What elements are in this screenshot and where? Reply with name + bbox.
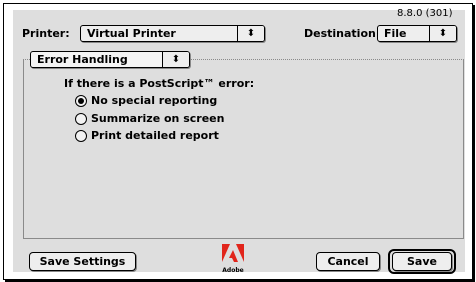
section-popup-value: Error Handling (37, 53, 128, 66)
radio-selected-icon (75, 95, 87, 107)
popup-arrow-icon: ⬍ (237, 26, 264, 41)
radio-label: Summarize on screen (91, 112, 225, 125)
adobe-logo-text: Adobe (222, 267, 243, 274)
error-question-label: If there is a PostScript™ error: (64, 77, 255, 90)
version-label: 8.8.0 (301) (397, 8, 453, 19)
radio-unselected-icon (75, 130, 87, 142)
destination-label: Destination: (304, 27, 381, 40)
printer-label: Printer: (22, 27, 70, 40)
adobe-logo-icon: Adobe (222, 244, 244, 274)
radio-label: Print detailed report (91, 129, 219, 142)
popup-arrow-icon: ⬍ (162, 52, 189, 67)
popup-arrow-icon: ⬍ (429, 26, 456, 41)
destination-popup-value: File (384, 27, 407, 40)
save-settings-button[interactable]: Save Settings (29, 252, 136, 271)
print-dialog: 8.8.0 (301) Printer: Virtual Printer ⬍ D… (0, 0, 476, 282)
save-button[interactable]: Save (392, 252, 452, 271)
printer-popup-value: Virtual Printer (87, 27, 176, 40)
section-popup[interactable]: Error Handling ⬍ (30, 51, 190, 68)
radio-label: No special reporting (91, 94, 218, 107)
cancel-button[interactable]: Cancel (316, 252, 380, 271)
printer-popup[interactable]: Virtual Printer ⬍ (80, 25, 265, 42)
radio-unselected-icon (75, 113, 87, 125)
destination-popup[interactable]: File ⬍ (377, 25, 457, 42)
